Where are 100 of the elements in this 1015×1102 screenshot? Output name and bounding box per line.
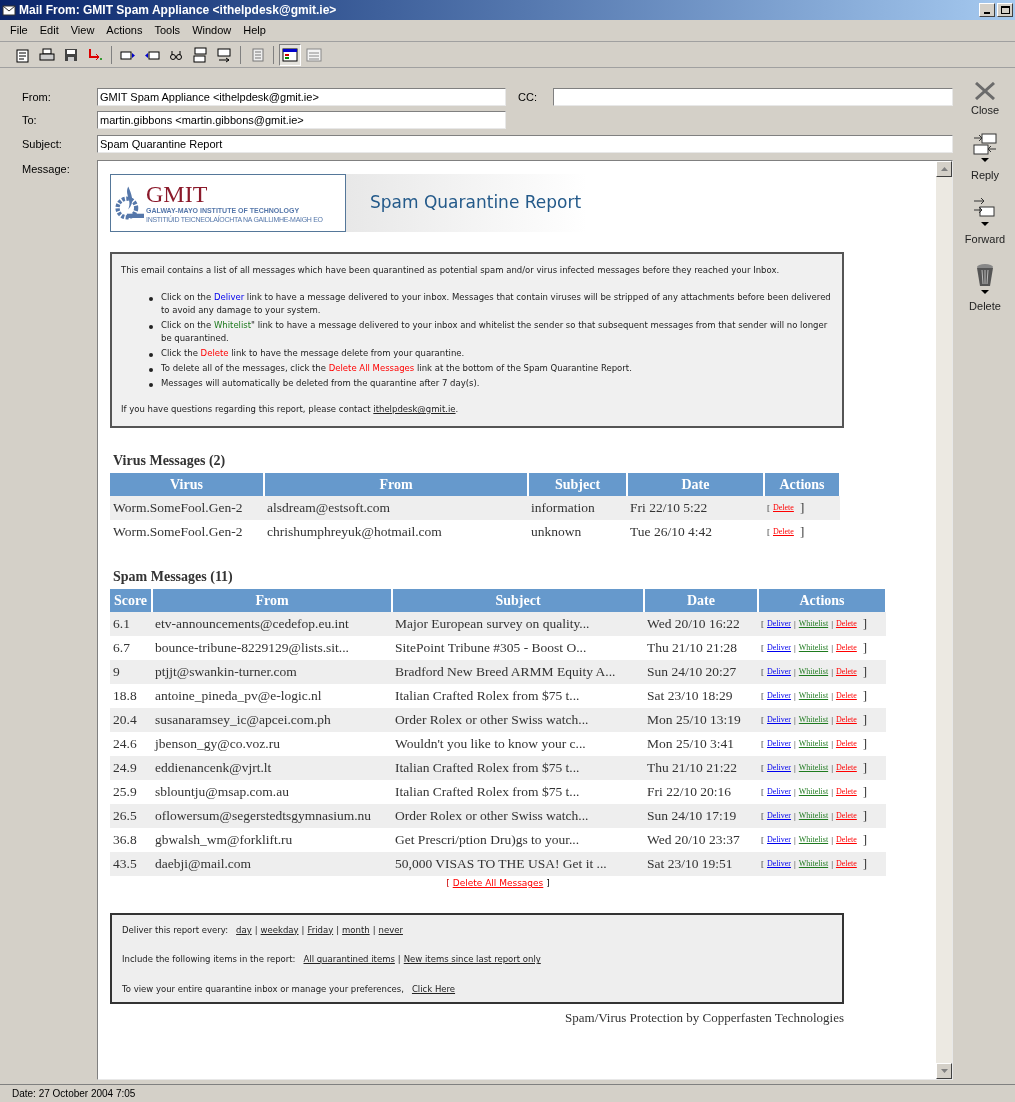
scroll-up-icon[interactable] bbox=[936, 161, 952, 177]
bracket: ] bbox=[862, 856, 868, 872]
table-cell: 36.8 bbox=[110, 828, 152, 852]
table-cell: Mon 25/10 3:41 bbox=[644, 732, 758, 756]
from-field[interactable]: GMIT Spam Appliance <ithelpdesk@gmit.ie> bbox=[97, 88, 506, 106]
table-cell: Wouldn't you like to know your c... bbox=[392, 732, 644, 756]
action-link[interactable]: Deliver bbox=[767, 690, 791, 702]
action-link[interactable]: Deliver bbox=[767, 642, 791, 654]
action-link[interactable]: Deliver bbox=[767, 666, 791, 678]
action-link[interactable]: Whitelist bbox=[798, 714, 829, 726]
separator: | bbox=[254, 923, 258, 937]
bracket: [ bbox=[761, 810, 764, 822]
preference-link[interactable]: Click Here bbox=[411, 983, 456, 996]
delete-all-link[interactable]: Delete All Messages bbox=[452, 877, 544, 891]
preference-link[interactable]: Friday bbox=[307, 923, 334, 937]
side-action-button[interactable]: Delete bbox=[969, 261, 1001, 318]
preference-link[interactable]: never bbox=[378, 923, 403, 937]
action-link[interactable]: Deliver bbox=[767, 618, 791, 630]
bracket: [ bbox=[761, 618, 764, 630]
action-link[interactable]: Deliver bbox=[767, 810, 791, 822]
table-cell: Fri 22/10 5:22 bbox=[627, 496, 764, 520]
menu-item[interactable]: Tools bbox=[154, 22, 181, 39]
separator: | bbox=[794, 666, 796, 678]
table-cell: eddienancenk@vjrt.lt bbox=[152, 756, 392, 780]
field-label: Message: bbox=[22, 162, 71, 177]
separator: | bbox=[831, 834, 833, 846]
preference-link[interactable]: month bbox=[342, 923, 370, 937]
action-link[interactable]: Delete bbox=[835, 642, 857, 654]
table-cell: Order Rolex or other Swiss watch... bbox=[392, 804, 644, 828]
action-link[interactable]: Delete bbox=[835, 690, 857, 702]
preference-link[interactable]: day bbox=[236, 923, 252, 937]
instruction-text: Messages will automatically be deleted from the quarantine after 7 day(s). bbox=[161, 377, 480, 390]
action-link[interactable]: Deliver bbox=[767, 762, 791, 774]
action-link[interactable]: Whitelist bbox=[798, 690, 829, 702]
column-header: Date bbox=[627, 473, 764, 496]
maximize-button[interactable] bbox=[997, 3, 1013, 17]
credit-text: Spam/Virus Protection by Copperfasten Technologies bbox=[565, 1008, 844, 1027]
table-cell: Worm.SomeFool.Gen-2 bbox=[110, 496, 264, 520]
action-link[interactable]: Delete bbox=[835, 786, 857, 798]
scrollbar[interactable] bbox=[936, 161, 952, 1079]
separator: | bbox=[831, 762, 833, 774]
action-link[interactable]: Deliver bbox=[767, 786, 791, 798]
action-link[interactable]: Whitelist bbox=[798, 810, 829, 822]
column-header: Actions bbox=[764, 473, 840, 496]
menu-item[interactable]: Edit bbox=[39, 22, 59, 39]
bracket: [ bbox=[446, 877, 450, 890]
action-link[interactable]: Whitelist bbox=[798, 762, 829, 774]
cc-field[interactable] bbox=[553, 88, 953, 106]
preference-link[interactable]: weekday bbox=[260, 923, 299, 937]
scroll-down-icon[interactable] bbox=[936, 1063, 952, 1079]
table-cell: oflowersum@segerstedtsgymnasium.nu bbox=[152, 804, 392, 828]
action-link[interactable]: Whitelist bbox=[798, 858, 829, 870]
table-cell: alsdream@estsoft.com bbox=[264, 496, 528, 520]
menu-item[interactable]: Window bbox=[192, 22, 232, 39]
action-link[interactable]: Whitelist bbox=[798, 666, 829, 678]
to-field[interactable]: martin.gibbons <martin.gibbons@gmit.ie> bbox=[97, 111, 506, 129]
table-cell: Sat 23/10 18:29 bbox=[644, 684, 758, 708]
action-link[interactable]: Deliver bbox=[767, 858, 791, 870]
menu-item[interactable]: Help bbox=[243, 22, 266, 39]
separator: | bbox=[794, 762, 796, 774]
bracket: [ bbox=[761, 642, 764, 654]
menu-item[interactable]: File bbox=[10, 22, 28, 39]
minimize-button[interactable] bbox=[979, 3, 995, 17]
bracket: [ bbox=[761, 834, 764, 846]
menu-item[interactable]: Actions bbox=[106, 22, 143, 39]
side-action-button[interactable]: Reply bbox=[970, 132, 1000, 187]
table-cell: 50,000 VISAS TO THE USA! Get it ... bbox=[392, 852, 644, 876]
table-cell: 6.1 bbox=[110, 612, 152, 636]
action-link[interactable]: Deliver bbox=[767, 714, 791, 726]
action-link[interactable]: Deliver bbox=[767, 738, 791, 750]
action-link[interactable]: Delete bbox=[773, 526, 794, 538]
section-heading: Virus Messages (2) bbox=[113, 452, 227, 470]
field-label: Subject: bbox=[22, 136, 63, 152]
action-link[interactable]: Whitelist bbox=[798, 786, 829, 798]
bracket: [ bbox=[761, 666, 764, 678]
separator: | bbox=[831, 738, 833, 750]
preference-link[interactable]: New items since last report only bbox=[403, 953, 541, 966]
email-link[interactable]: ithelpdesk@gmit.ie bbox=[373, 404, 456, 414]
menu-item[interactable]: View bbox=[70, 22, 95, 39]
layout-icon[interactable] bbox=[279, 43, 301, 66]
action-link[interactable]: Delete bbox=[835, 738, 857, 750]
table-cell: Wed 20/10 16:22 bbox=[644, 612, 758, 636]
action-link[interactable]: Whitelist bbox=[798, 834, 829, 846]
side-action-button[interactable]: Forward bbox=[964, 197, 1006, 252]
side-action-button[interactable]: Close bbox=[970, 82, 1000, 123]
action-link[interactable]: Whitelist bbox=[798, 618, 829, 630]
bullet-icon bbox=[149, 383, 153, 387]
action-link[interactable]: Whitelist bbox=[798, 642, 829, 654]
table-cell: 20.4 bbox=[110, 708, 152, 732]
field-label: To: bbox=[22, 112, 38, 128]
action-link[interactable]: Whitelist bbox=[798, 738, 829, 750]
table-cell: 18.8 bbox=[110, 684, 152, 708]
table-cell: etv-announcements@cedefop.eu.int bbox=[152, 612, 392, 636]
column-header: Actions bbox=[758, 589, 886, 612]
action-link[interactable]: Delete bbox=[835, 834, 857, 846]
action-link[interactable]: Deliver bbox=[767, 834, 791, 846]
separator: | bbox=[831, 618, 833, 630]
table-cell: Get Prescri/ption Dru)gs to your... bbox=[392, 828, 644, 852]
subject-field[interactable]: Spam Quarantine Report bbox=[97, 135, 953, 153]
preference-link[interactable]: All quarantined items bbox=[303, 953, 395, 966]
